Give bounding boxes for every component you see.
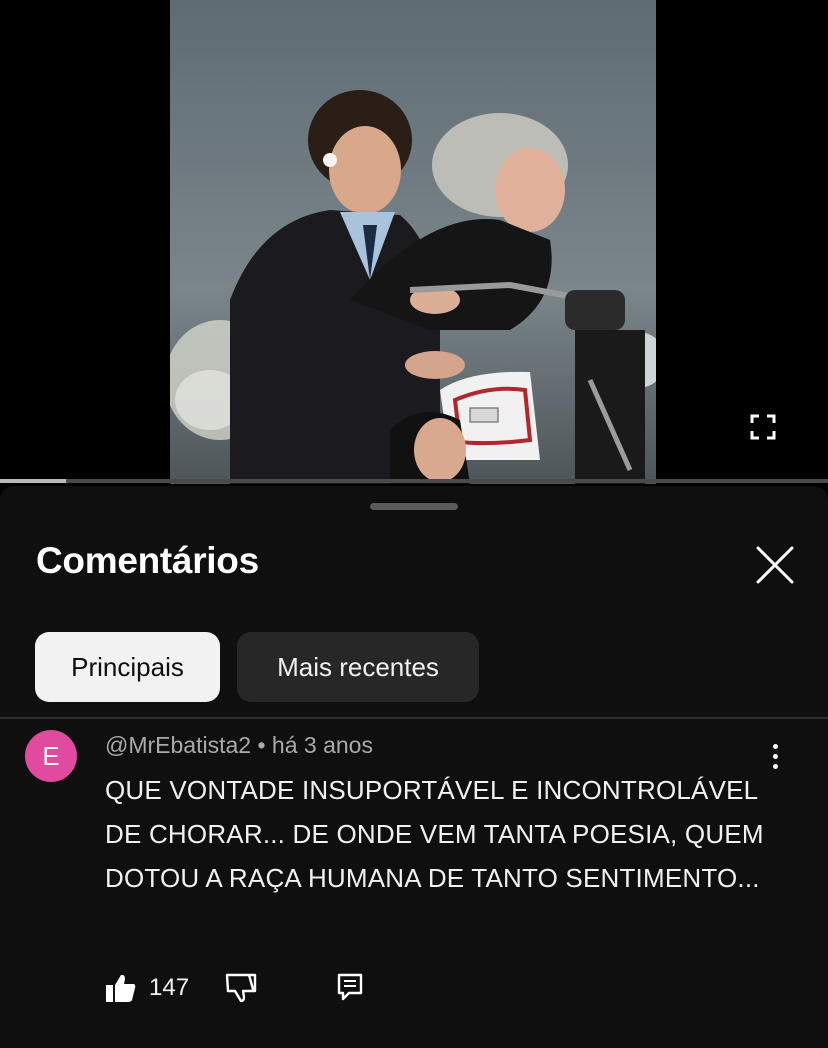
comment-actions: 147 [105,970,363,1006]
more-vertical-icon-dot [772,753,778,759]
comment-time: há 3 anos [271,732,373,758]
more-vertical-icon [772,743,778,749]
avatar[interactable]: E [25,730,77,782]
thumbs-up-icon [106,974,136,1002]
filter-chip-newest[interactable]: Mais recentes [237,632,479,702]
comments-title: Comentários [36,540,259,581]
close-icon [756,546,794,584]
video-progress-fill [0,479,67,483]
comment-meta: @MrEbatista2 • há 3 anos [105,732,373,759]
thumbnail-illustration [170,90,656,484]
reply-button[interactable] [337,973,363,1003]
drag-handle[interactable] [370,503,458,510]
divider [0,717,828,719]
fullscreen-button[interactable] [744,408,782,446]
like-button[interactable]: 147 [105,973,189,1003]
dislike-button[interactable] [225,973,257,1003]
meta-separator: • [251,732,272,758]
video-thumbnail [170,0,656,484]
reply-icon [337,973,363,1001]
video-player[interactable] [0,0,828,484]
fullscreen-icon [750,414,776,440]
like-count: 147 [149,974,190,1001]
video-progress-bar[interactable] [0,479,828,483]
thumbs-down-icon [225,973,257,1003]
comments-panel: Comentários Principais Mais recentes E @… [0,486,828,1048]
close-button[interactable] [752,542,798,588]
comment-author[interactable]: @MrEbatista2 [105,732,251,758]
filter-chip-top[interactable]: Principais [35,632,220,702]
comment-text: QUE VONTADE INSUPORTÁVEL E INCONTROLÁVEL… [105,775,764,893]
